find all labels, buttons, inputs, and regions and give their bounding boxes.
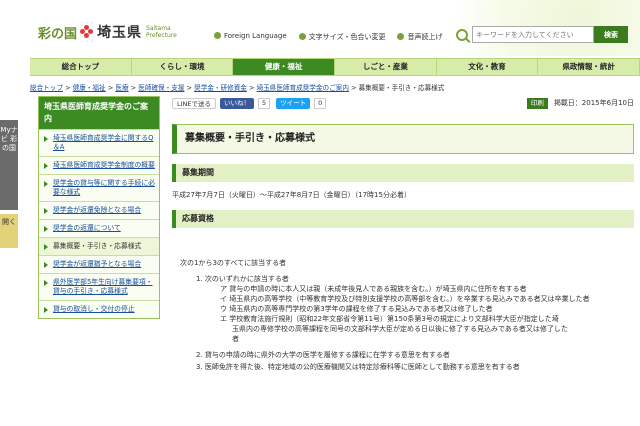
eligibility-body: 次の1から3のすべてに該当する者 1. 次のいずれかに該当する者 ア 貸与の申請… (180, 258, 635, 372)
breadcrumb-sep: > (348, 84, 359, 92)
text-size-link[interactable]: 文字サイズ・色合い変更 (298, 32, 386, 42)
logo-roman: Saitama Prefecture (146, 25, 177, 39)
voice-reading-label: 音声読上げ (407, 33, 443, 41)
eligibility-item-3: 3. 医師免許を得た後、特定地域の公的医療機関又は特定診療科等に医師として勤務す… (196, 363, 520, 371)
site-header: 彩の国 埼玉県 Saitama Prefecture Foreign Langu… (0, 0, 640, 56)
text-size-label: 文字サイズ・色合い変更 (308, 33, 386, 41)
section-heading-eligibility: 応募資格 (172, 210, 634, 228)
eligibility-item-1e: エ 学校教育法施行規則（昭和22年文部省令第11号）第150条第3号の規定により… (220, 315, 559, 323)
nav-top[interactable]: 総合トップ (30, 59, 132, 75)
sidebar-item-qa[interactable]: 埼玉県医師育成奨学金に関するQ＆A (39, 129, 159, 156)
nav-life[interactable]: くらし・環境 (132, 59, 234, 75)
header-links: Foreign Language 文字サイズ・色合い変更 音声読上げ (214, 32, 442, 42)
main-content: LINEで送る いいね！ 5 ツイート 0 印刷 掲載日：2015年6月10日 … (172, 96, 634, 228)
sidebar-item-overview[interactable]: 埼玉県医師育成奨学金制度の概要 (39, 156, 159, 174)
breadcrumb-link[interactable]: 総合トップ (30, 84, 63, 92)
breadcrumb-link[interactable]: 奨学金・研修資金 (194, 84, 247, 92)
eligibility-intro: 次の1から3のすべてに該当する者 (180, 259, 287, 267)
logo-roman-1: Saitama (146, 25, 171, 32)
section-heading-period: 募集期間 (172, 164, 634, 182)
breadcrumb-sep: > (105, 84, 116, 92)
mynavi-open-button[interactable]: 開く (0, 214, 18, 248)
sidebar-item-repayment[interactable]: 奨学金の返還について (39, 219, 159, 237)
globe-icon (214, 32, 221, 39)
sidebar-item-forms[interactable]: 奨学金の貸与等に関する手続に必要な様式 (39, 174, 159, 201)
voice-reading-link[interactable]: 音声読上げ (397, 32, 442, 42)
eligibility-item-1: 1. 次のいずれかに該当する者 (196, 275, 289, 283)
eligibility-item-2: 2. 貸与の申請の時に県外の大学の医学を履修する課程に在学する意思を有する者 (196, 351, 450, 359)
sidebar-item-label: 募集概要・手引き・応募様式 (53, 242, 142, 250)
search-button[interactable]: 検索 (594, 26, 628, 43)
nav-culture[interactable]: 文化・教育 (437, 59, 539, 75)
sidebar-item-label: 奨学金が返還猶予となる場合 (53, 260, 142, 268)
breadcrumb-link[interactable]: 健康・福祉 (73, 84, 106, 92)
text-size-icon (298, 33, 306, 40)
eligibility-item-1e-cont2: 者 (232, 335, 239, 343)
breadcrumb-sep: > (246, 84, 257, 92)
sidebar-item-recruitment[interactable]: 募集概要・手引き・応募様式 (39, 237, 159, 255)
search-input[interactable] (472, 26, 594, 43)
breadcrumb-link[interactable]: 埼玉県医師育成奨学金のご案内 (257, 84, 349, 92)
sidebar-item-label: 県外医学部5年生向け募集要項・貸与の手引き・応募様式 (53, 278, 153, 295)
breadcrumb: 総合トップ > 健康・福祉 > 医療 > 医師確保・支援 > 奨学金・研修資金 … (30, 82, 640, 92)
eligibility-item-1a: ア 貸与の申請の時に本人又は親（未成年後見人である親族を含む。）が埼玉県内に住所… (220, 285, 527, 293)
breadcrumb-current: 募集概要・手引き・応募様式 (358, 84, 445, 92)
breadcrumb-sep: > (128, 84, 139, 92)
page-title: 募集概要・手引き・応募様式 (172, 124, 634, 154)
breadcrumb-sep: > (184, 84, 195, 92)
global-nav: 総合トップ くらし・環境 健康・福祉 しごと・産業 文化・教育 県政情報・統計 (30, 58, 640, 76)
sidebar-item-label: 埼玉県医師育成奨学金に関するQ＆A (53, 134, 154, 151)
sidebar-item-label: 奨学金の貸与等に関する手続に必要な様式 (53, 179, 155, 196)
print-button[interactable]: 印刷 (526, 97, 548, 109)
share-bar: LINEで送る いいね！ 5 ツイート 0 印刷 掲載日：2015年6月10日 (172, 96, 634, 110)
nav-politics[interactable]: 県政情報・統計 (538, 59, 640, 75)
foreign-language-label: Foreign Language (224, 32, 287, 40)
speaker-icon (397, 33, 405, 40)
nav-health[interactable]: 健康・福祉 (233, 59, 336, 75)
breadcrumb-sep: > (62, 84, 73, 92)
eligibility-item-1u: ウ 埼玉県内の高等専門学校の第3学年の課程を修了する見込みである者又は修了した者 (220, 305, 493, 313)
twitter-count: 0 (314, 97, 327, 109)
sidebar-item-exemption[interactable]: 奨学金が返還免除となる場合 (39, 201, 159, 219)
breadcrumb-link[interactable]: 医療 (115, 84, 128, 92)
prefecture-mark-icon (80, 25, 94, 39)
sidebar-item-label: 奨学金の返還について (53, 224, 121, 232)
sidebar-title[interactable]: 埼玉県医師育成奨学金のご案内 (39, 97, 159, 129)
logo-sai: 彩の国 (38, 26, 78, 42)
sidebar-item-cancellation[interactable]: 貸与の取消し・交付の停止 (39, 300, 159, 318)
foreign-language-link[interactable]: Foreign Language (214, 32, 287, 42)
facebook-like-button[interactable]: いいね！ (220, 97, 255, 109)
sidebar-item-label: 埼玉県医師育成奨学金制度の概要 (53, 161, 155, 169)
sidebar: 埼玉県医師育成奨学金のご案内 埼玉県医師育成奨学金に関するQ＆A 埼玉県医師育成… (38, 96, 160, 319)
nav-work[interactable]: しごと・産業 (335, 59, 437, 75)
eligibility-item-1i: イ 埼玉県内の高等学校（中等教育学校及び特別支援学校の高等部を含む。）を卒業する… (220, 295, 590, 303)
eligibility-item-1e-cont: 玉県内の専修学校の高等課程を同号の文部科学大臣が定める日以後に修了する見込みであ… (232, 325, 568, 333)
published-date: 掲載日：2015年6月10日 (553, 99, 634, 107)
sidebar-item-deferral[interactable]: 奨学金が返還猶予となる場合 (39, 255, 159, 273)
site-logo[interactable]: 彩の国 埼玉県 Saitama Prefecture (38, 22, 177, 42)
mynavi-tab[interactable]: Myナビ 彩の国 (0, 120, 18, 210)
facebook-count: 5 (258, 97, 271, 109)
logo-roman-2: Prefecture (146, 32, 177, 39)
period-text: 平成27年7月7日（火曜日）～平成27年8月7日（金曜日）（17時15分必着） (172, 191, 411, 199)
sidebar-item-label: 貸与の取消し・交付の停止 (53, 305, 135, 313)
breadcrumb-link[interactable]: 医師確保・支援 (138, 84, 184, 92)
search-box: 検索 (456, 26, 628, 43)
sidebar-item-label: 奨学金が返還免除となる場合 (53, 206, 142, 214)
sidebar-item-outside-pref[interactable]: 県外医学部5年生向け募集要項・貸与の手引き・応募様式 (39, 273, 159, 300)
search-icon (456, 28, 468, 41)
tweet-button[interactable]: ツイート (276, 97, 311, 109)
logo-prefecture: 埼玉県 (97, 25, 143, 41)
line-share-button[interactable]: LINEで送る (172, 97, 217, 109)
